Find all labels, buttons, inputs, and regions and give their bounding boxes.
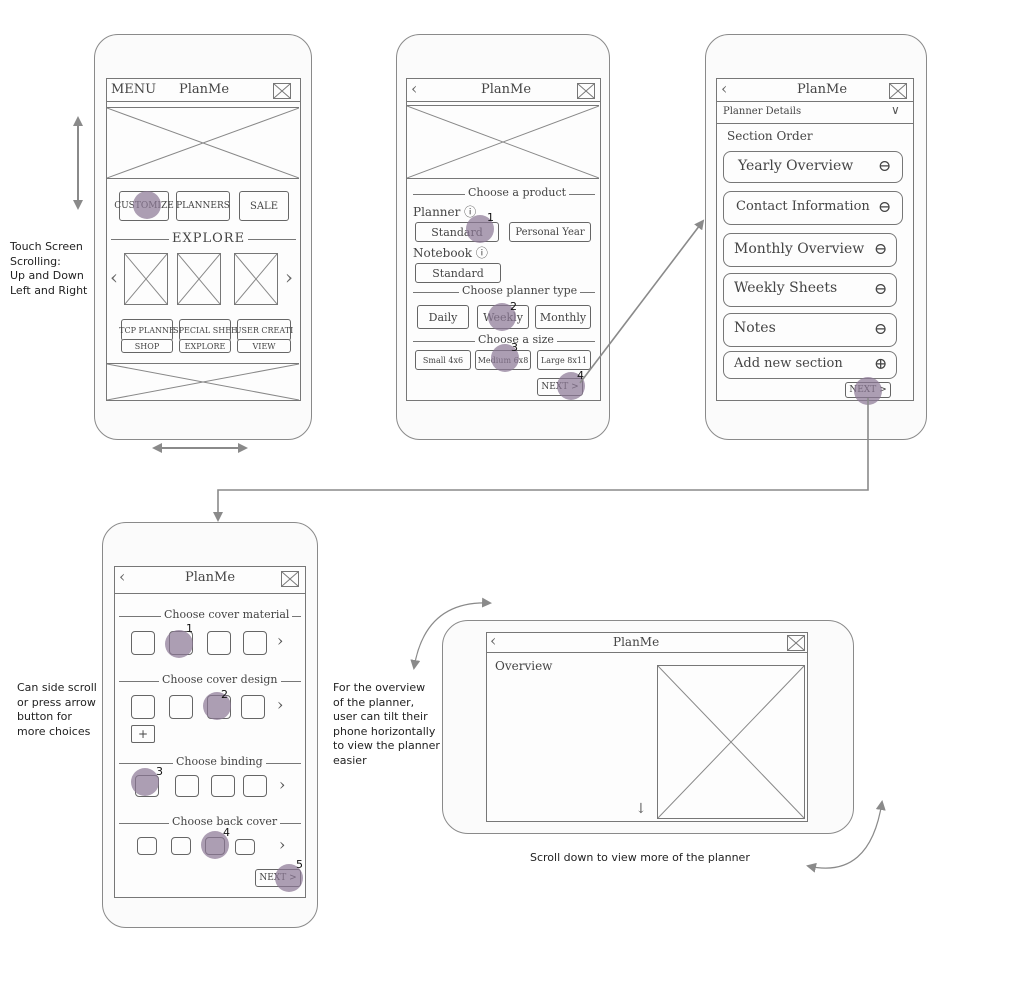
flow-arrow-to-cover — [213, 398, 869, 522]
rotate-arc-bottom-right — [806, 800, 886, 873]
flow-arrow-to-details — [579, 219, 705, 384]
rotate-arc-top-left — [410, 597, 492, 670]
flow-connectors — [73, 116, 886, 873]
